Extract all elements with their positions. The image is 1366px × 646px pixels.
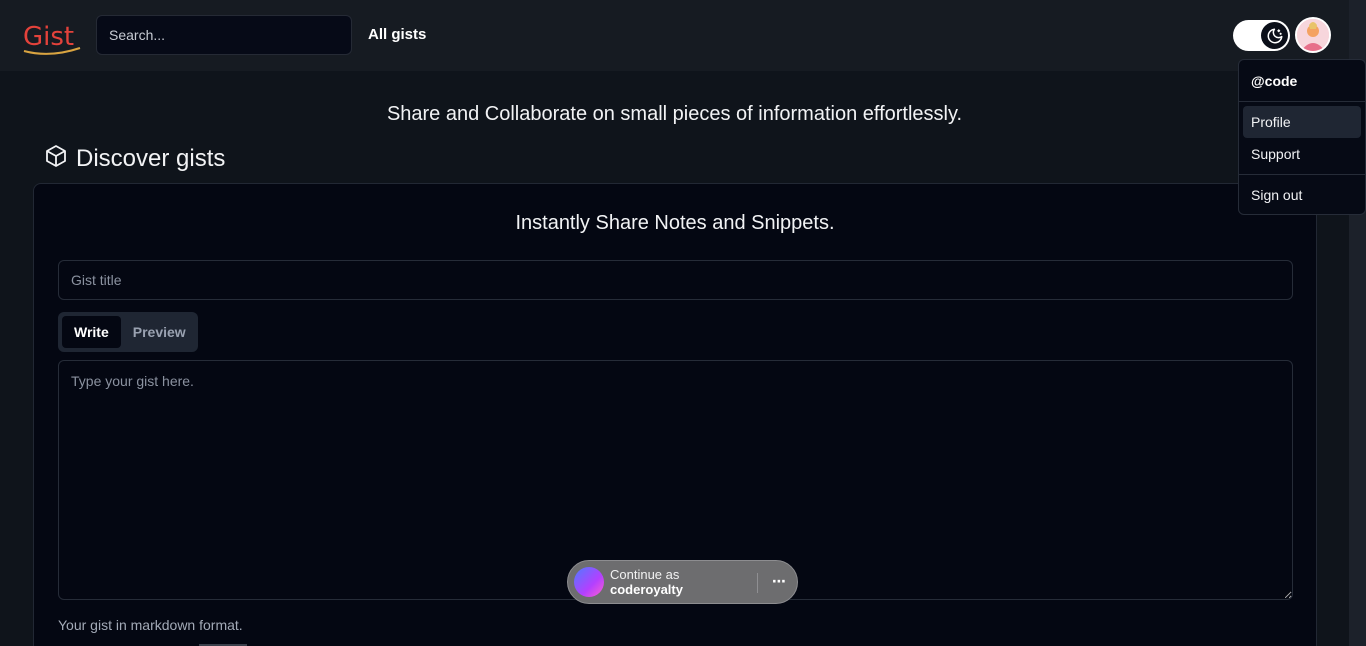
theme-toggle[interactable] [1233,20,1290,51]
discover-heading[interactable]: Discover gists [44,144,225,173]
gist-logo[interactable]: Gist [20,18,84,56]
pill-divider [757,573,758,593]
hero-tagline: Share and Collaborate on small pieces of… [386,103,963,125]
nav-all-gists-link[interactable]: All gists [368,26,426,43]
continue-label: Continue as [610,567,680,582]
menu-item-support[interactable]: Support [1243,138,1361,170]
menu-item-sign-out[interactable]: Sign out [1243,179,1361,211]
moon-stars-icon [1261,22,1288,49]
tab-write[interactable]: Write [62,316,121,348]
ellipsis-icon[interactable]: ⋯ [768,572,790,594]
tab-preview[interactable]: Preview [121,316,198,348]
cube-icon [44,144,68,173]
menu-divider [1239,101,1365,102]
menu-username: @code [1251,73,1298,89]
editor-title: Instantly Share Notes and Snippets. [515,212,835,234]
discover-label: Discover gists [76,144,226,172]
gist-title-input[interactable] [58,260,1293,300]
editor-tabs: Write Preview [58,312,198,352]
search-input[interactable] [96,15,352,55]
top-navbar: Gist All gists [0,0,1349,71]
account-avatar [574,567,604,597]
continue-username: coderoyalty [610,582,683,597]
menu-item-profile[interactable]: Profile [1243,106,1361,138]
user-avatar[interactable] [1295,17,1331,53]
user-dropdown-menu: @code Profile Support Sign out [1238,59,1366,215]
menu-divider [1239,174,1365,175]
svg-text:Gist: Gist [23,22,74,52]
continue-as-prompt[interactable]: Continue as coderoyalty ⋯ [567,560,798,604]
markdown-hint: Your gist in markdown format. [58,617,243,633]
continue-text: Continue as coderoyalty [610,567,683,597]
